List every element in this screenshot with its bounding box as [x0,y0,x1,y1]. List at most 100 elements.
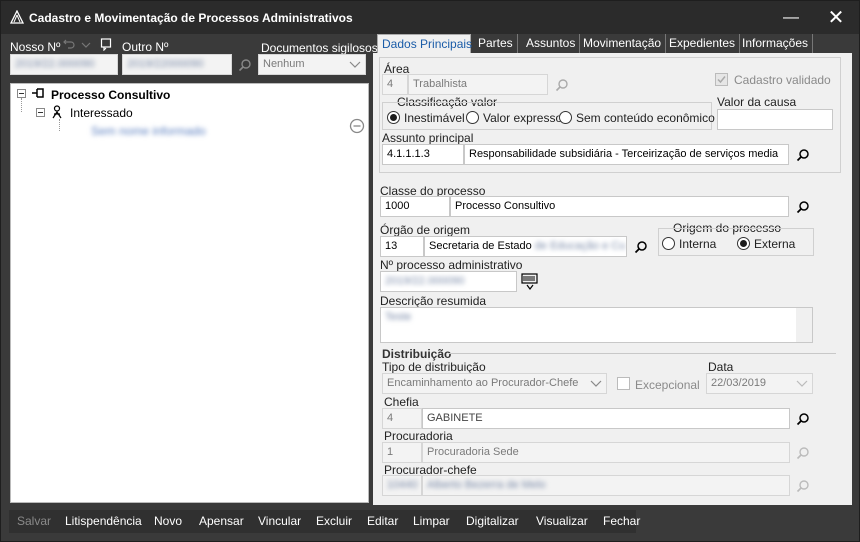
scrollbar[interactable] [796,308,812,342]
chefia-name-field[interactable]: GABINETE [422,408,790,429]
sort-descending-icon[interactable]: ZA [348,195,366,211]
add-icon[interactable] [348,89,366,105]
litispendencia-button[interactable]: Litispendência [65,514,142,528]
search-icon[interactable] [796,479,810,493]
search-icon[interactable] [634,240,648,254]
minimize-button[interactable]: — [776,7,806,29]
apensar-button[interactable]: Apensar [199,514,244,528]
classe-code-field[interactable]: 1000 [380,196,450,217]
data-picker[interactable]: 22/03/2019 [706,373,813,394]
sort-by-date-icon[interactable] [348,223,366,239]
radio-sem-conteudo-label: Sem conteúdo econômico [576,111,715,125]
tipo-distribuicao-select[interactable]: Encaminhamento ao Procurador-Chefe [382,373,607,394]
nosso-numero-field[interactable]: 2019/22.000090 [10,54,118,75]
barcode-scanner-icon[interactable] [521,273,539,290]
window-title: Cadastro e Movimentação de Processos Adm… [29,11,353,25]
assunto-code-field[interactable]: 4.1.1.1.3 [382,144,464,165]
descricao-textarea[interactable]: Teste [380,307,813,343]
cadastro-validado-label: Cadastro validado [734,73,831,87]
main-window: Cadastro e Movimentação de Processos Adm… [0,0,860,542]
chefia-label: Chefia [384,395,419,409]
editar-button[interactable]: Editar [367,514,398,528]
nosso-label: Nosso Nº [10,40,61,54]
novo-button[interactable]: Novo [154,514,182,528]
procuradoria-name-field[interactable]: Procuradoria Sede [422,442,790,463]
tab-dados-principais[interactable]: Dados Principais [377,34,472,54]
fechar-button[interactable]: Fechar [603,514,640,528]
descricao-label: Descrição resumida [380,294,487,308]
assunto-name-field[interactable]: Responsabilidade subsidiária - Terceiriz… [464,144,789,165]
search-icon[interactable] [796,446,810,460]
person-icon [52,105,62,119]
num-adm-field[interactable]: 2019/22.000090 [380,271,517,292]
chevron-down-icon[interactable] [81,40,91,50]
valor-causa-input[interactable] [717,109,833,130]
check-icon [717,76,726,84]
procuradoria-code-field[interactable]: 1 [382,442,422,463]
search-icon[interactable] [796,148,810,162]
orgao-label: Órgão de origem [380,223,471,237]
radio-sem-conteudo[interactable] [559,111,572,124]
dados-principais-panel: Área 4 Trabalhista Cadastro validado Cla… [373,53,852,505]
excluir-button[interactable]: Excluir [316,514,352,528]
tree-child-label[interactable]: Interessado [70,106,133,120]
title-bar: Cadastro e Movimentação de Processos Adm… [1,1,859,34]
chefia-code-field[interactable]: 4 [382,408,422,429]
undo-icon[interactable] [63,39,75,51]
collapse-icon[interactable] [17,89,26,98]
procuradoria-label: Procuradoria [384,429,453,443]
radio-inestimavel[interactable] [387,111,400,124]
radio-interna[interactable] [662,237,675,250]
tab-expedientes[interactable]: Expedientes [665,34,741,53]
tab-assuntos[interactable]: Assuntos [522,34,581,53]
procurador-code-field[interactable]: 10440 [382,475,422,496]
docs-sigilosos-label: Documentos sigilosos [261,41,378,55]
radio-valor-expresso[interactable] [466,111,479,124]
svg-text:A: A [349,205,354,211]
svg-text:Z: Z [349,177,354,183]
visualizar-button[interactable]: Visualizar [536,514,588,528]
area-name-field[interactable]: Trabalhista [408,74,548,95]
tree-root-label[interactable]: Processo Consultivo [51,88,170,102]
digitalizar-button[interactable]: Digitalizar [466,514,519,528]
data-label: Data [708,360,734,374]
docs-sigilosos-select[interactable]: Nenhum [258,54,366,75]
chevron-down-icon [349,61,361,68]
action-toolbar: Salvar Litispendência Novo Apensar Vincu… [9,510,640,533]
orgao-name-field[interactable]: Secretaria de Estado de Educação e Cu [424,236,627,257]
cadastro-validado-checkbox[interactable] [715,73,728,86]
orgao-code-field[interactable]: 13 [380,236,424,257]
process-tree[interactable]: Processo Consultivo Interessado Sem nome… [10,83,369,503]
collapse-icon[interactable] [36,108,45,117]
remove-icon[interactable] [348,118,366,134]
classe-name-field[interactable]: Processo Consultivo [450,196,789,217]
tab-partes[interactable]: Partes [474,34,518,53]
close-button[interactable]: ✕ [821,7,851,29]
tree-leaf-label[interactable]: Sem nome informado [91,124,206,138]
svg-text:A: A [349,169,354,176]
search-icon[interactable] [796,412,810,426]
sort-ascending-icon[interactable]: AZ [348,167,366,183]
area-code-field[interactable]: 4 [382,74,408,95]
tree-line [59,119,60,131]
tab-informacoes[interactable]: Informações [738,34,814,53]
search-icon[interactable] [555,78,569,92]
excepcional-checkbox[interactable] [617,377,630,390]
outro-numero-field[interactable]: 2019/22000090 [122,54,232,75]
add-attachment-icon[interactable] [348,279,366,295]
radio-externa[interactable] [737,237,750,250]
outro-label: Outro Nº [122,40,169,54]
vincular-button[interactable]: Vincular [258,514,301,528]
assunto-label: Assunto principal [382,131,474,145]
limpar-button[interactable]: Limpar [413,514,450,528]
search-icon[interactable] [796,200,810,214]
excepcional-label: Excepcional [635,378,700,392]
tree-line [21,98,22,112]
radio-interna-label: Interna [679,237,717,251]
salvar-button[interactable]: Salvar [17,514,51,528]
procurador-name-field[interactable]: Alberto Bezerra de Melo [422,475,790,496]
svg-text:Z: Z [349,197,354,204]
tab-movimentacao[interactable]: Movimentação [579,34,667,53]
bookmark-icon[interactable] [100,38,112,51]
search-icon[interactable] [238,58,252,72]
